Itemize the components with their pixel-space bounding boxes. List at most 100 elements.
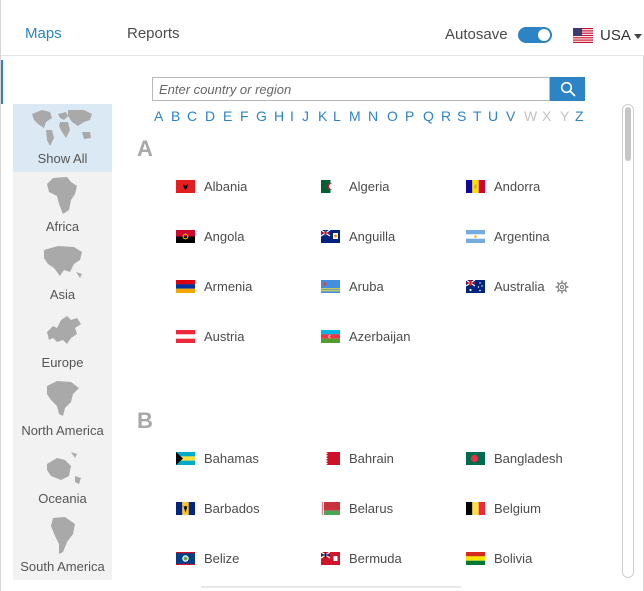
country-item-belarus[interactable]: Belarus bbox=[321, 500, 456, 520]
country-item-aruba[interactable]: Aruba bbox=[321, 278, 456, 298]
tab-maps[interactable]: Maps bbox=[25, 25, 62, 42]
letter-k[interactable]: K bbox=[318, 108, 327, 124]
letter-m[interactable]: M bbox=[349, 108, 361, 124]
country-item-andorra[interactable]: Andorra bbox=[466, 178, 601, 198]
letter-o[interactable]: O bbox=[387, 108, 398, 124]
bermuda-flag-icon bbox=[321, 552, 340, 565]
section-header-b: B bbox=[137, 408, 153, 433]
country-item-algeria[interactable]: Algeria bbox=[321, 178, 456, 198]
sidebar-item-label: Europe bbox=[41, 355, 84, 370]
andorra-flag-icon bbox=[466, 180, 485, 193]
usa-flag-icon[interactable] bbox=[573, 28, 593, 43]
letter-e[interactable]: E bbox=[223, 108, 232, 124]
oceania-map-icon bbox=[46, 452, 81, 484]
letter-g[interactable]: G bbox=[256, 108, 267, 124]
country-name: Azerbaijan bbox=[349, 329, 411, 344]
letter-v[interactable]: V bbox=[506, 108, 515, 124]
sidebar-item-north-america[interactable]: North America bbox=[13, 376, 112, 444]
country-item-bahrain[interactable]: Bahrain bbox=[321, 450, 456, 470]
letter-j[interactable]: J bbox=[302, 108, 309, 124]
argentina-flag-icon bbox=[466, 230, 485, 243]
country-item-bahamas[interactable]: Bahamas bbox=[176, 450, 311, 470]
letter-b[interactable]: B bbox=[171, 108, 180, 124]
letter-l[interactable]: L bbox=[333, 108, 341, 124]
country-name: Algeria bbox=[349, 179, 390, 194]
country-name: Bahamas bbox=[204, 451, 259, 466]
country-item-albania[interactable]: Albania bbox=[176, 178, 311, 198]
search-input[interactable] bbox=[152, 77, 550, 101]
country-item-anguilla[interactable]: Anguilla bbox=[321, 228, 456, 248]
south-america-map-icon bbox=[50, 517, 75, 554]
sidebar-item-south-america[interactable]: South America bbox=[13, 512, 112, 580]
country-item-australia[interactable]: Australia bbox=[466, 278, 601, 298]
bangladesh-flag-icon bbox=[466, 452, 485, 465]
country-item-bangladesh[interactable]: Bangladesh bbox=[466, 450, 601, 470]
country-item-azerbaijan[interactable]: Azerbaijan bbox=[321, 328, 456, 348]
country-item-bermuda[interactable]: Bermuda bbox=[321, 550, 456, 570]
letter-r[interactable]: R bbox=[441, 108, 451, 124]
letter-y: Y bbox=[560, 108, 570, 124]
country-item-barbados[interactable]: Barbados bbox=[176, 500, 311, 520]
continent-sidebar: Show All Africa Asia Europe North Americ… bbox=[13, 104, 112, 580]
country-name: Bermuda bbox=[349, 551, 402, 566]
letter-d[interactable]: D bbox=[205, 108, 215, 124]
world-map-icon bbox=[31, 110, 92, 146]
belarus-flag-icon bbox=[321, 502, 340, 515]
scrollbar-thumb[interactable] bbox=[625, 107, 631, 161]
sidebar-item-africa[interactable]: Africa bbox=[13, 172, 112, 240]
letter-t[interactable]: T bbox=[473, 108, 482, 124]
sidebar-item-label: Oceania bbox=[38, 491, 87, 506]
chevron-down-icon[interactable] bbox=[634, 34, 642, 39]
letter-s[interactable]: S bbox=[457, 108, 466, 124]
sidebar-item-show-all[interactable]: Show All bbox=[13, 104, 112, 172]
country-item-argentina[interactable]: Argentina bbox=[466, 228, 601, 248]
albania-flag-icon bbox=[176, 180, 195, 193]
belgium-flag-icon bbox=[466, 502, 485, 515]
letter-f[interactable]: F bbox=[240, 108, 249, 124]
country-name: Belarus bbox=[349, 501, 394, 516]
alphabet-index: ABCDEFGHIJKLMNOPQRSTUVWXYZ bbox=[154, 108, 589, 124]
letter-p[interactable]: P bbox=[405, 108, 414, 124]
country-item-belize[interactable]: Belize bbox=[176, 550, 311, 570]
letter-a[interactable]: A bbox=[154, 108, 163, 124]
letter-h[interactable]: H bbox=[274, 108, 284, 124]
north-america-map-icon bbox=[46, 381, 79, 416]
sidebar-item-europe[interactable]: Europe bbox=[13, 308, 112, 376]
top-bar: Maps Reports Autosave USA bbox=[1, 0, 644, 56]
letter-u[interactable]: U bbox=[488, 108, 498, 124]
scrollbar[interactable] bbox=[622, 104, 634, 578]
country-name: Bolivia bbox=[494, 551, 533, 566]
aruba-flag-icon bbox=[321, 280, 340, 293]
country-item-belgium[interactable]: Belgium bbox=[466, 500, 601, 520]
autosave-toggle[interactable] bbox=[518, 27, 552, 43]
letter-c[interactable]: C bbox=[187, 108, 197, 124]
country-name: Bangladesh bbox=[494, 451, 563, 466]
country-name: Armenia bbox=[204, 279, 253, 294]
gear-icon[interactable] bbox=[555, 280, 569, 294]
country-item-armenia[interactable]: Armenia bbox=[176, 278, 311, 298]
country-item-angola[interactable]: Angola bbox=[176, 228, 311, 248]
sidebar-item-label: Africa bbox=[45, 219, 80, 234]
sidebar-item-asia[interactable]: Asia bbox=[13, 240, 112, 308]
asia-map-icon bbox=[43, 246, 82, 278]
tab-reports[interactable]: Reports bbox=[127, 25, 180, 42]
anguilla-flag-icon bbox=[321, 230, 340, 243]
search-button[interactable] bbox=[550, 77, 585, 101]
country-item-austria[interactable]: Austria bbox=[176, 328, 311, 348]
country-name: Bahrain bbox=[349, 451, 394, 466]
country-name: Belize bbox=[204, 551, 240, 566]
country-name: Aruba bbox=[349, 279, 384, 294]
algeria-flag-icon bbox=[321, 180, 340, 193]
belize-flag-icon bbox=[176, 552, 195, 565]
country-item-bolivia[interactable]: Bolivia bbox=[466, 550, 601, 570]
region-selector[interactable]: USA bbox=[600, 27, 631, 44]
letter-q[interactable]: Q bbox=[423, 108, 434, 124]
sidebar-item-label: South America bbox=[20, 559, 105, 574]
letter-i[interactable]: I bbox=[290, 108, 294, 124]
country-name: Angola bbox=[204, 229, 245, 244]
sidebar-item-oceania[interactable]: Oceania bbox=[13, 444, 112, 512]
austria-flag-icon bbox=[176, 330, 195, 343]
letter-z[interactable]: Z bbox=[575, 108, 584, 124]
letter-w: W bbox=[524, 108, 538, 124]
letter-n[interactable]: N bbox=[368, 108, 378, 124]
